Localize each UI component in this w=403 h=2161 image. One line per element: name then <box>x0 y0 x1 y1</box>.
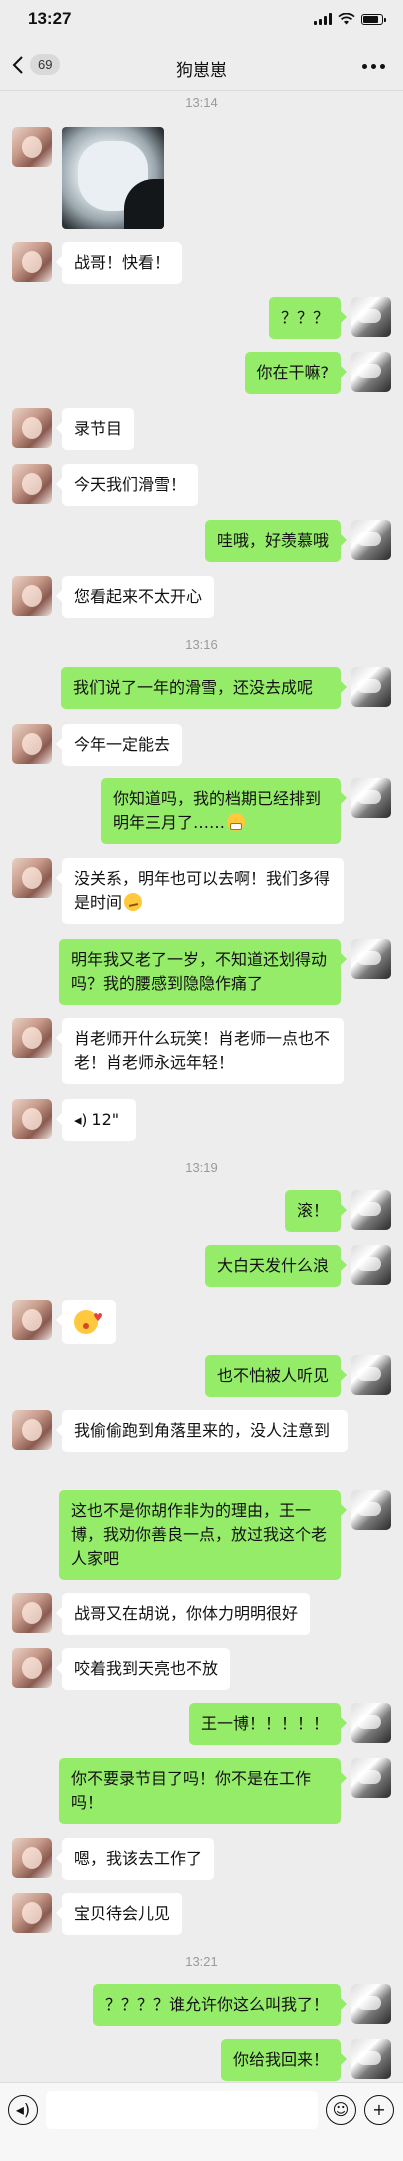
avatar-self[interactable] <box>351 1490 391 1530</box>
avatar-contact[interactable] <box>12 858 52 898</box>
message-received[interactable]: 我偷偷跑到角落里来的，没人注意到 <box>56 1410 348 1452</box>
message-received[interactable]: 没关系，明年也可以去啊！我们多得是时间 <box>56 858 344 924</box>
avatar-self[interactable] <box>351 939 391 979</box>
timestamp: 13:16 <box>185 637 218 652</box>
avatar-self[interactable] <box>351 1703 391 1743</box>
avatar-self[interactable] <box>351 2039 391 2079</box>
more-dots-icon[interactable] <box>362 64 385 69</box>
avatar-self[interactable] <box>351 1355 391 1395</box>
avatar-contact[interactable] <box>12 1099 52 1139</box>
avatar-contact[interactable] <box>12 1593 52 1633</box>
kiss-emoji-icon <box>74 1306 103 1334</box>
message-received[interactable]: 您看起来不太开心 <box>55 576 215 618</box>
message-text: 没关系，明年也可以去啊！我们多得是时间 <box>74 869 331 912</box>
timestamp: 13:21 <box>185 1954 218 1969</box>
message-sent[interactable]: 你给我回来！ <box>220 2039 348 2081</box>
avatar-self[interactable] <box>351 1984 391 2024</box>
timestamp: 13:19 <box>185 1160 218 1175</box>
avatar-self[interactable] <box>351 297 391 337</box>
signal-icon <box>314 13 332 25</box>
message-sent[interactable]: 你在干嘛? <box>244 352 347 394</box>
message-text: 你知道吗，我的档期已经排到明年三月了…… <box>113 789 322 832</box>
avatar-self[interactable] <box>351 520 391 560</box>
avatar-contact[interactable] <box>12 127 52 167</box>
voice-wave-icon: ◂) <box>74 1111 88 1129</box>
avatar-contact[interactable] <box>12 408 52 448</box>
avatar-self[interactable] <box>351 1190 391 1230</box>
avatar-contact[interactable] <box>12 464 52 504</box>
message-sent[interactable]: 也不怕被人听见 <box>204 1355 348 1397</box>
message-received[interactable]: 嗯，我该去工作了 <box>55 1838 215 1880</box>
message-sent[interactable]: 你知道吗，我的档期已经排到明年三月了…… <box>101 778 347 844</box>
message-received[interactable]: 今天我们滑雪！ <box>55 464 199 506</box>
message-received[interactable]: 肖老师开什么玩笑！肖老师一点也不老！肖老师永远年轻！ <box>56 1018 344 1084</box>
message-received[interactable]: 战哥又在胡说，你体力明明很好 <box>55 1593 311 1635</box>
message-sent[interactable]: 大白天发什么浪 <box>204 1245 348 1287</box>
message-sent[interactable]: 这也不是你胡作非为的理由，王一博，我劝你善良一点，放过我这个老人家吧 <box>59 1490 347 1580</box>
avatar-self[interactable] <box>351 778 391 818</box>
grimace-emoji-icon <box>227 813 246 831</box>
avatar-self[interactable] <box>351 1245 391 1285</box>
avatar-contact[interactable] <box>12 576 52 616</box>
emoji-message[interactable] <box>56 1300 116 1344</box>
message-sent[interactable]: 明年我又老了一岁，不知道还划得动吗？我的腰感到隐隐作痛了 <box>59 939 347 1005</box>
status-bar: 13:27 <box>0 0 403 44</box>
avatar-self[interactable] <box>351 667 391 707</box>
avatar-contact[interactable] <box>12 724 52 764</box>
status-time: 13:27 <box>28 9 72 28</box>
voice-icon[interactable]: ◂) <box>8 2095 38 2125</box>
avatar-contact[interactable] <box>12 1018 52 1058</box>
plus-icon[interactable]: + <box>364 2095 394 2125</box>
message-sent[interactable]: 你不要录节目了吗！你不是在工作吗！ <box>59 1758 347 1824</box>
chat-title: 狗崽崽 <box>176 61 227 81</box>
nav-bar: 69 狗崽崽 <box>0 44 403 91</box>
message-sent[interactable]: 我们说了一年的滑雪，还没去成呢 <box>61 667 347 709</box>
voice-message[interactable]: ◂) 12" <box>56 1099 136 1141</box>
smirk-emoji-icon <box>124 893 143 911</box>
avatar-contact[interactable] <box>12 1893 52 1933</box>
message-sent[interactable]: 哇哦，好羡慕哦 <box>204 520 348 562</box>
message-sent[interactable]: ？？？ <box>268 297 348 339</box>
avatar-contact[interactable] <box>12 1410 52 1450</box>
avatar-contact[interactable] <box>12 1838 52 1878</box>
wifi-icon <box>338 13 355 25</box>
input-bar: ◂) ☺ + <box>0 2082 403 2161</box>
avatar-contact[interactable] <box>12 1648 52 1688</box>
timestamp: 13:14 <box>185 95 218 110</box>
message-input[interactable] <box>46 2091 318 2129</box>
message-received[interactable]: 战哥！快看！ <box>55 242 183 284</box>
status-icons <box>314 13 386 25</box>
message-sent[interactable]: 王一博！！！！！ <box>188 1703 348 1745</box>
avatar-self[interactable] <box>351 352 391 392</box>
message-sent[interactable]: 滚！ <box>284 1190 348 1232</box>
avatar-self[interactable] <box>351 1758 391 1798</box>
message-received[interactable]: 宝贝待会儿见 <box>55 1893 183 1935</box>
chat-photo[interactable] <box>62 127 164 229</box>
message-received[interactable]: 咬着我到天亮也不放 <box>55 1648 231 1690</box>
smiley-icon[interactable]: ☺ <box>326 2095 356 2125</box>
voice-duration: 12" <box>91 1110 120 1129</box>
message-received[interactable]: 录节目 <box>55 408 135 450</box>
avatar-contact[interactable] <box>12 1300 52 1340</box>
avatar-contact[interactable] <box>12 242 52 282</box>
message-received[interactable]: 今年一定能去 <box>55 724 183 766</box>
message-sent[interactable]: ？？？？谁允许你这么叫我了！ <box>92 1984 348 2026</box>
battery-icon <box>361 13 386 25</box>
